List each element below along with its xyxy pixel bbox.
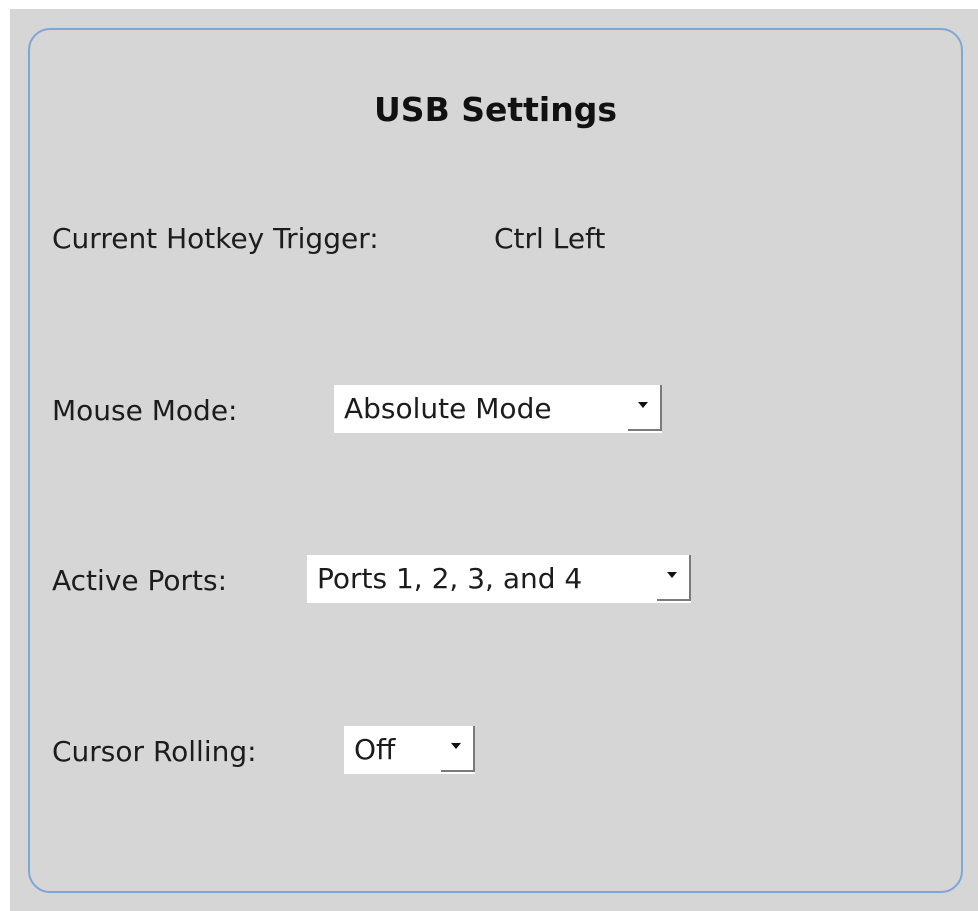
mouse-mode-label: Mouse Mode: (52, 394, 238, 427)
chevron-down-icon (638, 402, 648, 408)
mouse-mode-dropdown[interactable]: Absolute Mode (334, 385, 662, 433)
active-ports-label: Active Ports: (52, 564, 228, 597)
chevron-down-icon (451, 743, 461, 749)
mouse-mode-dropdown-button[interactable] (628, 385, 662, 431)
panel-title: USB Settings (374, 90, 617, 129)
cursor-rolling-selected: Off (354, 733, 396, 766)
active-ports-selected: Ports 1, 2, 3, and 4 (317, 562, 583, 595)
cursor-rolling-label: Cursor Rolling: (52, 735, 257, 768)
mouse-mode-selected: Absolute Mode (344, 392, 552, 425)
hotkey-trigger-label: Current Hotkey Trigger: (52, 222, 379, 255)
hotkey-trigger-value: Ctrl Left (494, 222, 606, 255)
chevron-down-icon (667, 572, 677, 578)
cursor-rolling-dropdown[interactable]: Off (344, 726, 475, 774)
active-ports-dropdown[interactable]: Ports 1, 2, 3, and 4 (307, 555, 691, 603)
active-ports-dropdown-button[interactable] (657, 555, 691, 601)
cursor-rolling-dropdown-button[interactable] (441, 726, 475, 772)
